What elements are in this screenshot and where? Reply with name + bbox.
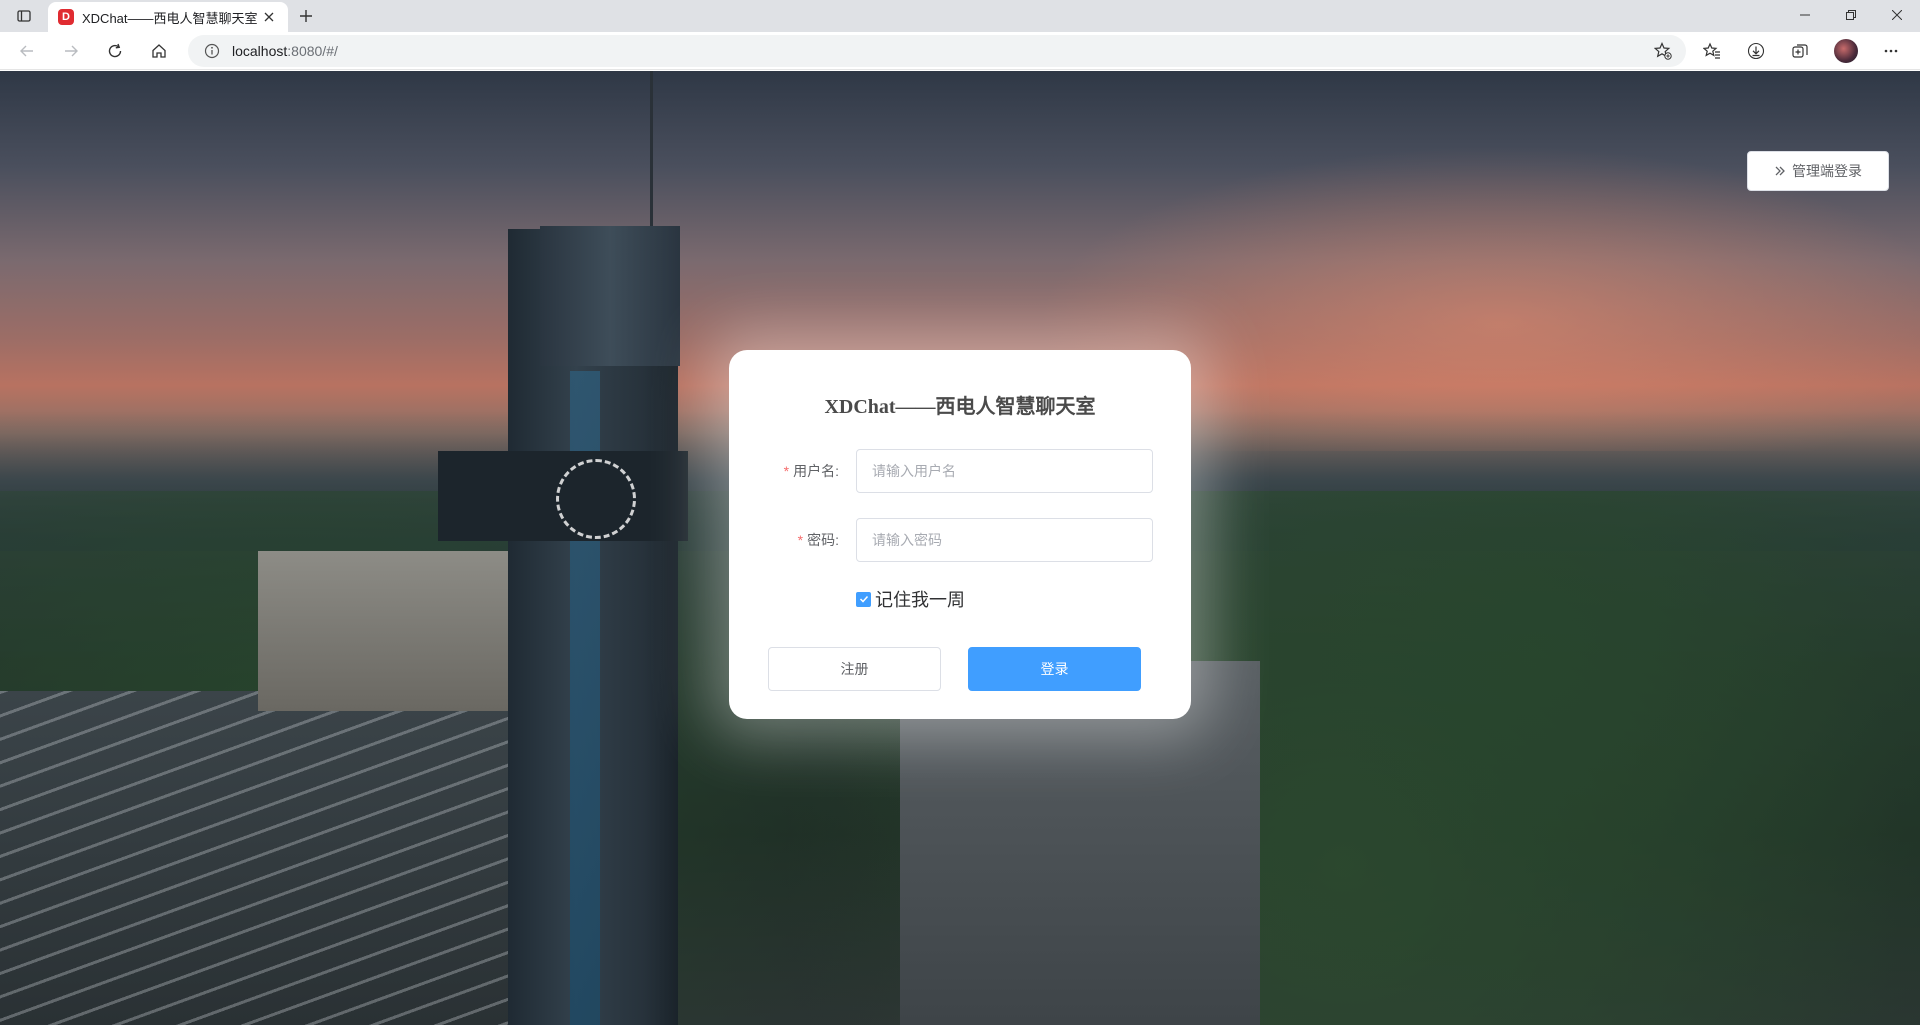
favorites-icon xyxy=(1703,42,1720,59)
arrow-right-icon xyxy=(65,45,78,57)
site-info-button[interactable] xyxy=(196,35,228,67)
minimize-icon xyxy=(1800,14,1810,16)
login-card: XDChat——西电人智慧聊天室 *用户名: *密码: 记住我一周 注册 登录 xyxy=(729,350,1191,719)
remember-checkbox[interactable] xyxy=(856,591,871,607)
password-row: * 密码: xyxy=(729,518,1191,562)
home-icon xyxy=(152,44,166,58)
background-roof-grid xyxy=(0,691,520,1025)
admin-login-button[interactable]: 管理端登录 xyxy=(1747,151,1889,191)
downloads-button[interactable] xyxy=(1741,36,1771,66)
username-label-text: 用户名: xyxy=(793,463,839,479)
login-title: XDChat——西电人智慧聊天室 xyxy=(824,396,1096,418)
xdchat-favicon-icon: D xyxy=(58,9,74,25)
login-button[interactable]: 登录 xyxy=(968,647,1141,691)
remember-label: 记住我一周 xyxy=(875,590,965,610)
background-building xyxy=(258,551,508,711)
background-tower-top xyxy=(540,226,680,366)
username-row: * 用户名: xyxy=(729,449,1191,493)
download-icon xyxy=(1747,42,1765,60)
username-input[interactable] xyxy=(856,449,1153,493)
password-label: * 密码: xyxy=(798,530,839,550)
required-asterisk: * xyxy=(783,463,790,479)
back-button[interactable] xyxy=(12,36,42,66)
remember-me[interactable]: 记住我一周 xyxy=(856,588,965,610)
avatar xyxy=(1834,39,1858,63)
plus-icon xyxy=(300,10,312,22)
profile-button[interactable] xyxy=(1831,36,1861,66)
favorites-button[interactable] xyxy=(1697,36,1727,66)
refresh-button[interactable] xyxy=(100,36,130,66)
close-icon xyxy=(264,12,274,22)
new-tab-button[interactable] xyxy=(292,4,320,28)
double-chevron-right-icon xyxy=(1775,166,1785,176)
refresh-icon xyxy=(108,43,122,58)
collections-button[interactable] xyxy=(1785,36,1815,66)
tab-actions-button[interactable] xyxy=(8,4,40,28)
restore-icon xyxy=(1846,10,1856,20)
tab-title: XDChat——西电人智慧聊天室 xyxy=(82,10,258,26)
background-antenna xyxy=(650,71,653,231)
star-add-icon xyxy=(1654,42,1672,60)
tab-close-button[interactable] xyxy=(260,8,278,26)
window-close-button[interactable] xyxy=(1874,0,1920,30)
minimize-button[interactable] xyxy=(1782,0,1828,30)
background-clock-face xyxy=(556,459,636,539)
add-favorite-button[interactable] xyxy=(1648,36,1678,66)
restore-button[interactable] xyxy=(1828,0,1874,30)
address-bar[interactable]: localhost:8080/#/ xyxy=(188,35,1686,67)
more-horizontal-icon xyxy=(1884,49,1898,53)
arrow-left-icon xyxy=(20,45,33,57)
settings-more-button[interactable] xyxy=(1876,36,1906,66)
browser-tab-active[interactable]: D XDChat——西电人智慧聊天室 xyxy=(48,2,288,32)
password-input[interactable] xyxy=(856,518,1153,562)
close-icon xyxy=(1892,10,1902,20)
username-label: * 用户名: xyxy=(784,461,839,481)
browser-titlebar: D XDChat——西电人智慧聊天室 xyxy=(0,0,1920,32)
address-host: localhost xyxy=(232,43,288,59)
home-button[interactable] xyxy=(144,36,174,66)
page-viewport: 管理端登录 XDChat——西电人智慧聊天室 *用户名: *密码: 记住我一周 … xyxy=(0,71,1920,1025)
info-icon xyxy=(204,43,220,59)
collections-icon xyxy=(1792,44,1808,58)
forward-button[interactable] xyxy=(56,36,86,66)
check-icon xyxy=(859,595,868,603)
address-path: :8080/#/ xyxy=(287,43,338,59)
tab-actions-icon xyxy=(17,10,31,22)
required-asterisk: * xyxy=(797,532,804,548)
register-button[interactable]: 注册 xyxy=(768,647,941,691)
password-label-text: 密码: xyxy=(807,532,839,548)
admin-login-label: 管理端登录 xyxy=(1792,163,1862,179)
address-url[interactable]: localhost:8080/#/ xyxy=(232,43,338,59)
browser-toolbar: localhost:8080/#/ xyxy=(0,32,1920,70)
